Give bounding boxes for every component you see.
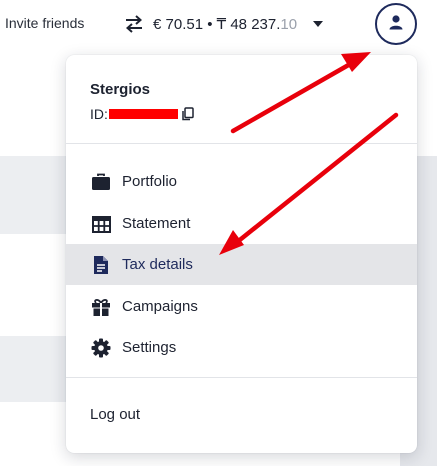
account-avatar-button[interactable] <box>375 3 417 45</box>
menu-item-label: Tax details <box>122 256 193 273</box>
menu-item-label: Portfolio <box>122 173 178 190</box>
menu-divider <box>66 377 417 378</box>
balance-main: € 70.51 • ₸ 48 237. <box>153 16 281 33</box>
gear-icon <box>90 337 112 359</box>
balance-amount: € 70.51 • ₸ 48 237.10 <box>153 15 297 33</box>
gift-icon <box>90 296 112 318</box>
swap-arrows-icon <box>123 13 145 35</box>
menu-item-statement[interactable]: Statement <box>66 203 417 244</box>
menu-item-label: Campaigns <box>122 298 198 315</box>
balance-selector[interactable]: € 70.51 • ₸ 48 237.10 <box>123 12 324 36</box>
document-icon <box>90 254 112 276</box>
chevron-down-icon <box>313 21 324 27</box>
briefcase-icon <box>90 171 112 193</box>
user-info: Stergios ID: <box>90 81 194 122</box>
menu-item-settings[interactable]: Settings <box>66 327 417 368</box>
balance-faded-digits: 10 <box>280 16 298 33</box>
menu-item-portfolio[interactable]: Portfolio <box>66 161 417 202</box>
top-bar: Invite friends € 70.51 • ₸ 48 237.10 <box>0 0 437 48</box>
user-id: ID: <box>90 106 194 122</box>
menu-item-campaigns[interactable]: Campaigns <box>66 286 417 327</box>
menu-divider <box>66 143 417 144</box>
user-icon <box>388 14 404 35</box>
menu-item-label: Settings <box>122 339 177 356</box>
invite-friends-link[interactable]: Invite friends <box>5 15 84 31</box>
redaction-bar <box>108 109 178 119</box>
menu-item-tax-details[interactable]: Tax details <box>66 244 417 285</box>
logout-button[interactable]: Log out <box>90 406 140 423</box>
menu-item-label: Statement <box>122 215 191 232</box>
account-dropdown-menu: Stergios ID: Portfolio Statement Tax det… <box>66 55 417 453</box>
user-name: Stergios <box>90 81 151 98</box>
user-id-label: ID: <box>90 106 108 122</box>
table-icon <box>90 213 112 235</box>
copy-icon[interactable] <box>181 107 194 121</box>
